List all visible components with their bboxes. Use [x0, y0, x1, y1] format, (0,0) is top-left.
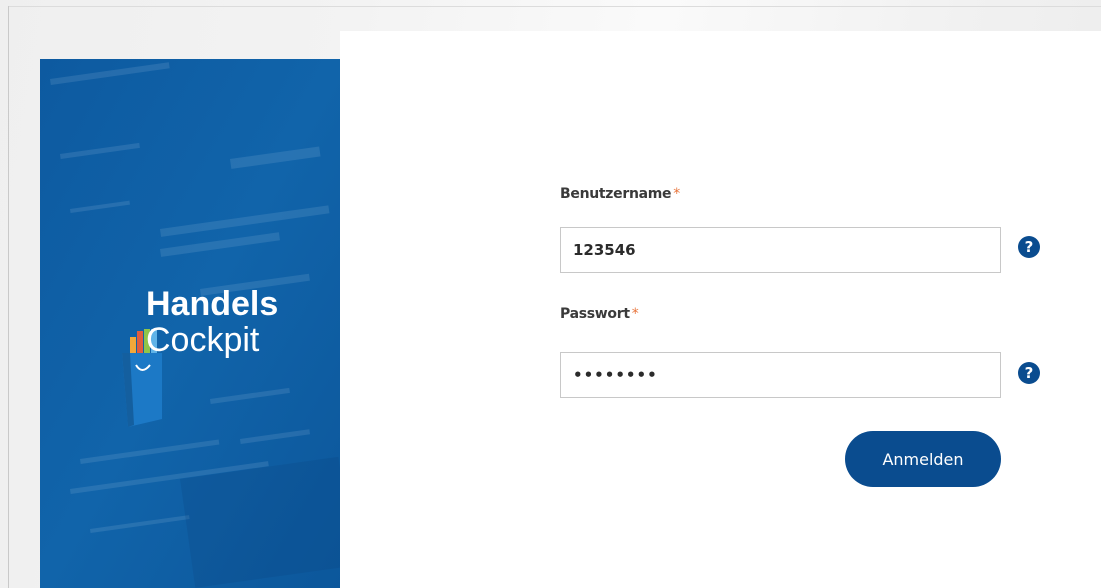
password-label: Passwort *	[560, 306, 639, 322]
username-label-text: Benutzername	[560, 186, 672, 202]
password-label-text: Passwort	[560, 306, 630, 322]
brand-name-line1: Handels	[146, 285, 279, 323]
login-button[interactable]: Anmelden	[845, 431, 1001, 487]
username-help-icon[interactable]: ?	[1018, 236, 1040, 258]
window-top-border	[8, 6, 1101, 7]
brand-panel: Handels Cockpit	[40, 59, 340, 588]
username-required-mark: *	[673, 186, 680, 202]
password-input[interactable]	[560, 352, 1001, 398]
password-help-icon[interactable]: ?	[1018, 362, 1040, 384]
username-input[interactable]	[560, 227, 1001, 273]
brand-name-line2: Cockpit	[146, 321, 260, 359]
password-required-mark: *	[631, 306, 639, 322]
login-card	[340, 31, 1101, 588]
username-label: Benutzername *	[560, 186, 680, 202]
window-left-border	[8, 6, 9, 588]
